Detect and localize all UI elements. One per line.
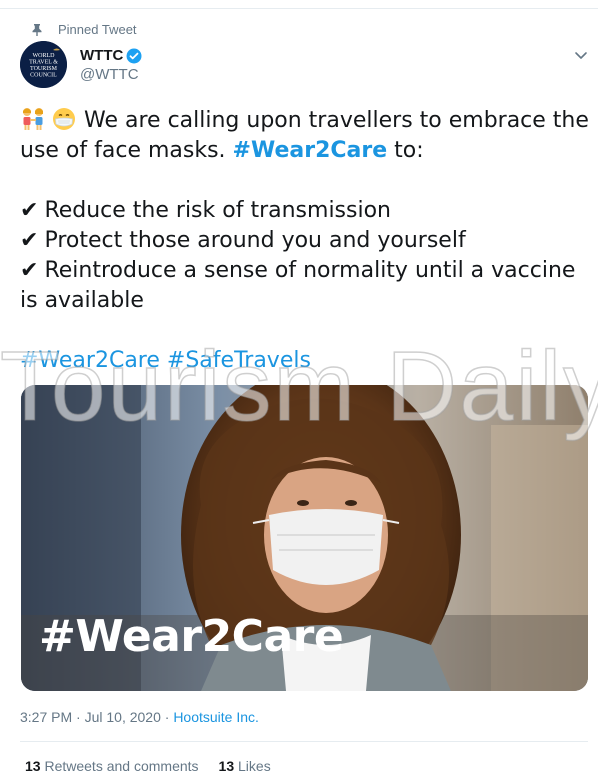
chevron-down-icon[interactable]	[573, 47, 589, 63]
retweets-count: 13	[25, 758, 41, 774]
account-handle[interactable]: @WTTC	[80, 66, 139, 83]
check-icon: ✔	[20, 198, 39, 223]
hashtag-wear2care[interactable]: #Wear2Care	[20, 348, 160, 373]
tweet-line-2-suffix: to:	[387, 138, 424, 163]
account-name-row[interactable]: WTTC	[80, 47, 142, 64]
people-holding-hands-emoji	[23, 108, 43, 130]
svg-text:TOURISM: TOURISM	[30, 66, 58, 72]
hashtag-row: #Wear2Care #SafeTravels	[20, 346, 311, 376]
check-icon: ✔	[20, 228, 39, 253]
pin-icon	[32, 24, 42, 36]
tweet-media-image[interactable]: #Wear2Care	[21, 385, 588, 691]
bullet-item: ✔ Protect those around you and yourself	[20, 226, 580, 256]
tweet-stats: 13 Retweets and comments 13 Likes	[25, 758, 291, 774]
pinned-indicator: Pinned Tweet	[32, 22, 137, 37]
media-overlay-hashtag: #Wear2Care	[39, 611, 344, 662]
hashtag-safetravels[interactable]: #SafeTravels	[167, 348, 311, 373]
account-name[interactable]: WTTC	[80, 47, 123, 64]
top-divider	[0, 8, 598, 9]
bullet-item: ✔ Reintroduce a sense of normality until …	[20, 256, 580, 316]
tweet-text: We are calling upon travellers to embrac…	[20, 106, 589, 316]
svg-text:WORLD: WORLD	[33, 53, 56, 59]
check-icon: ✔	[20, 258, 39, 283]
tweet[interactable]: Pinned Tweet WORLD TRAVEL & TOURISM COUN…	[0, 0, 598, 777]
tweet-line-1-text: We are calling upon travellers to embrac…	[84, 108, 589, 133]
retweets-label: Retweets and comments	[40, 758, 199, 774]
bullet-text: Reintroduce a sense of normality until a…	[20, 258, 576, 313]
tweet-source[interactable]: Hootsuite Inc.	[173, 709, 259, 725]
bullet-text: Protect those around you and yourself	[44, 228, 466, 253]
stats-divider	[20, 741, 588, 742]
verified-badge-icon	[126, 48, 142, 63]
likes-count: 13	[218, 758, 235, 774]
bullet-item: ✔ Reduce the risk of transmission	[20, 196, 580, 226]
tweet-line-2: use of face masks. #Wear2Care to:	[20, 136, 580, 166]
hashtag-wear2care-inline[interactable]: #Wear2Care	[233, 138, 388, 163]
retweets-stat[interactable]: 13 Retweets and comments	[25, 758, 199, 774]
svg-text:COUNCIL: COUNCIL	[30, 73, 57, 79]
pinned-label: Pinned Tweet	[58, 22, 137, 37]
bullet-text: Reduce the risk of transmission	[44, 198, 391, 223]
likes-stat[interactable]: 13 Likes	[219, 758, 271, 774]
likes-label: Likes	[234, 758, 271, 774]
tweet-timestamp[interactable]: 3:27 PM · Jul 10, 2020 ·	[20, 709, 173, 725]
avatar[interactable]: WORLD TRAVEL & TOURISM COUNCIL	[20, 41, 67, 88]
tweet-meta: 3:27 PM · Jul 10, 2020 · Hootsuite Inc.	[20, 709, 259, 725]
wttc-logo-icon: WORLD TRAVEL & TOURISM COUNCIL	[20, 41, 67, 88]
svg-text:TRAVEL &: TRAVEL &	[29, 60, 58, 66]
face-with-medical-mask-emoji	[53, 108, 75, 130]
tweet-line-2-prefix: use of face masks.	[20, 138, 233, 163]
tweet-line-1: We are calling upon travellers to embrac…	[20, 106, 589, 136]
